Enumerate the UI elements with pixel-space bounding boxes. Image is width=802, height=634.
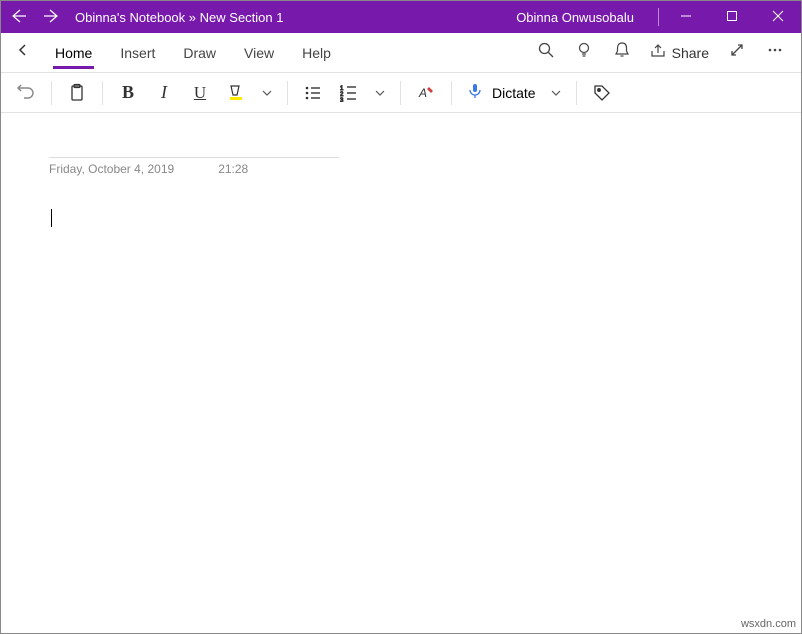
ellipsis-icon xyxy=(766,41,784,64)
highlight-button[interactable] xyxy=(219,76,253,110)
toolbar-divider xyxy=(400,81,401,105)
ribbon-tabs: Home Insert Draw View Help xyxy=(1,33,801,73)
expand-icon xyxy=(729,42,745,63)
account-name[interactable]: Obinna Onwusobalu xyxy=(496,10,654,25)
minimize-icon xyxy=(680,10,692,25)
toolbar: B I U 123 xyxy=(1,73,801,113)
bullet-list-button[interactable] xyxy=(296,76,330,110)
nav-back-button[interactable] xyxy=(1,1,35,33)
underline-button[interactable]: U xyxy=(183,76,217,110)
styles-button[interactable]: A xyxy=(409,76,443,110)
nav-forward-button[interactable] xyxy=(35,1,69,33)
close-icon xyxy=(772,10,784,25)
app-window: Obinna's Notebook » New Section 1 Obinna… xyxy=(0,0,802,634)
italic-button[interactable]: I xyxy=(147,76,181,110)
minimize-button[interactable] xyxy=(663,1,709,33)
search-button[interactable] xyxy=(528,33,564,73)
arrow-left-icon xyxy=(10,8,26,27)
toolbar-divider xyxy=(451,81,452,105)
list-format-dropdown[interactable] xyxy=(368,76,392,110)
numbered-list-button[interactable]: 123 xyxy=(332,76,366,110)
page-time: 21:28 xyxy=(218,162,248,176)
svg-text:A: A xyxy=(418,86,427,100)
tab-view[interactable]: View xyxy=(230,33,288,73)
notebook-name: Obinna's Notebook xyxy=(75,10,185,25)
toolbar-divider xyxy=(102,81,103,105)
chevron-down-icon xyxy=(551,88,561,98)
page-datestamp: Friday, October 4, 2019 21:28 xyxy=(49,157,339,176)
maximize-icon xyxy=(726,10,738,25)
share-label: Share xyxy=(672,45,709,61)
tab-insert[interactable]: Insert xyxy=(106,33,169,73)
chevron-left-icon xyxy=(16,43,30,62)
share-button[interactable]: Share xyxy=(642,33,717,73)
watermark: wsxdn.com xyxy=(741,618,796,630)
clipboard-button[interactable] xyxy=(60,76,94,110)
navigation-toggle[interactable] xyxy=(5,33,41,73)
text-cursor xyxy=(51,209,52,227)
undo-button[interactable] xyxy=(9,76,43,110)
svg-text:3: 3 xyxy=(340,98,344,102)
clipboard-icon xyxy=(67,83,87,103)
lightbulb-icon xyxy=(575,41,593,64)
styles-icon: A xyxy=(416,83,436,103)
font-format-dropdown[interactable] xyxy=(255,76,279,110)
tags-button[interactable] xyxy=(585,76,619,110)
undo-icon xyxy=(16,83,36,103)
bell-icon xyxy=(613,41,631,64)
tab-home[interactable]: Home xyxy=(41,33,106,73)
window-title[interactable]: Obinna's Notebook » New Section 1 xyxy=(69,10,283,25)
highlight-icon xyxy=(226,83,246,103)
numbered-list-icon: 123 xyxy=(340,84,358,102)
bullet-list-icon xyxy=(304,84,322,102)
more-options-button[interactable] xyxy=(757,33,793,73)
toolbar-divider xyxy=(287,81,288,105)
search-icon xyxy=(537,41,555,64)
titlebar-divider xyxy=(658,8,659,26)
notifications-button[interactable] xyxy=(604,33,640,73)
chevron-down-icon xyxy=(262,88,272,98)
page-date: Friday, October 4, 2019 xyxy=(49,162,174,176)
bold-button[interactable]: B xyxy=(111,76,145,110)
arrow-right-icon xyxy=(44,8,60,27)
dictate-button[interactable]: Dictate xyxy=(460,76,542,110)
title-bar: Obinna's Notebook » New Section 1 Obinna… xyxy=(1,1,801,33)
tab-help[interactable]: Help xyxy=(288,33,345,73)
toolbar-divider xyxy=(576,81,577,105)
dictate-label: Dictate xyxy=(492,85,536,101)
close-button[interactable] xyxy=(755,1,801,33)
tag-icon xyxy=(592,83,612,103)
maximize-button[interactable] xyxy=(709,1,755,33)
chevron-down-icon xyxy=(375,88,385,98)
toolbar-divider xyxy=(51,81,52,105)
microphone-icon xyxy=(466,82,484,103)
fullscreen-button[interactable] xyxy=(719,33,755,73)
section-name: New Section 1 xyxy=(200,10,284,25)
share-icon xyxy=(650,43,666,62)
title-separator: » xyxy=(189,10,196,25)
dictate-dropdown[interactable] xyxy=(544,76,568,110)
note-page[interactable]: Friday, October 4, 2019 21:28 xyxy=(1,113,801,633)
tab-draw[interactable]: Draw xyxy=(169,33,230,73)
tips-button[interactable] xyxy=(566,33,602,73)
